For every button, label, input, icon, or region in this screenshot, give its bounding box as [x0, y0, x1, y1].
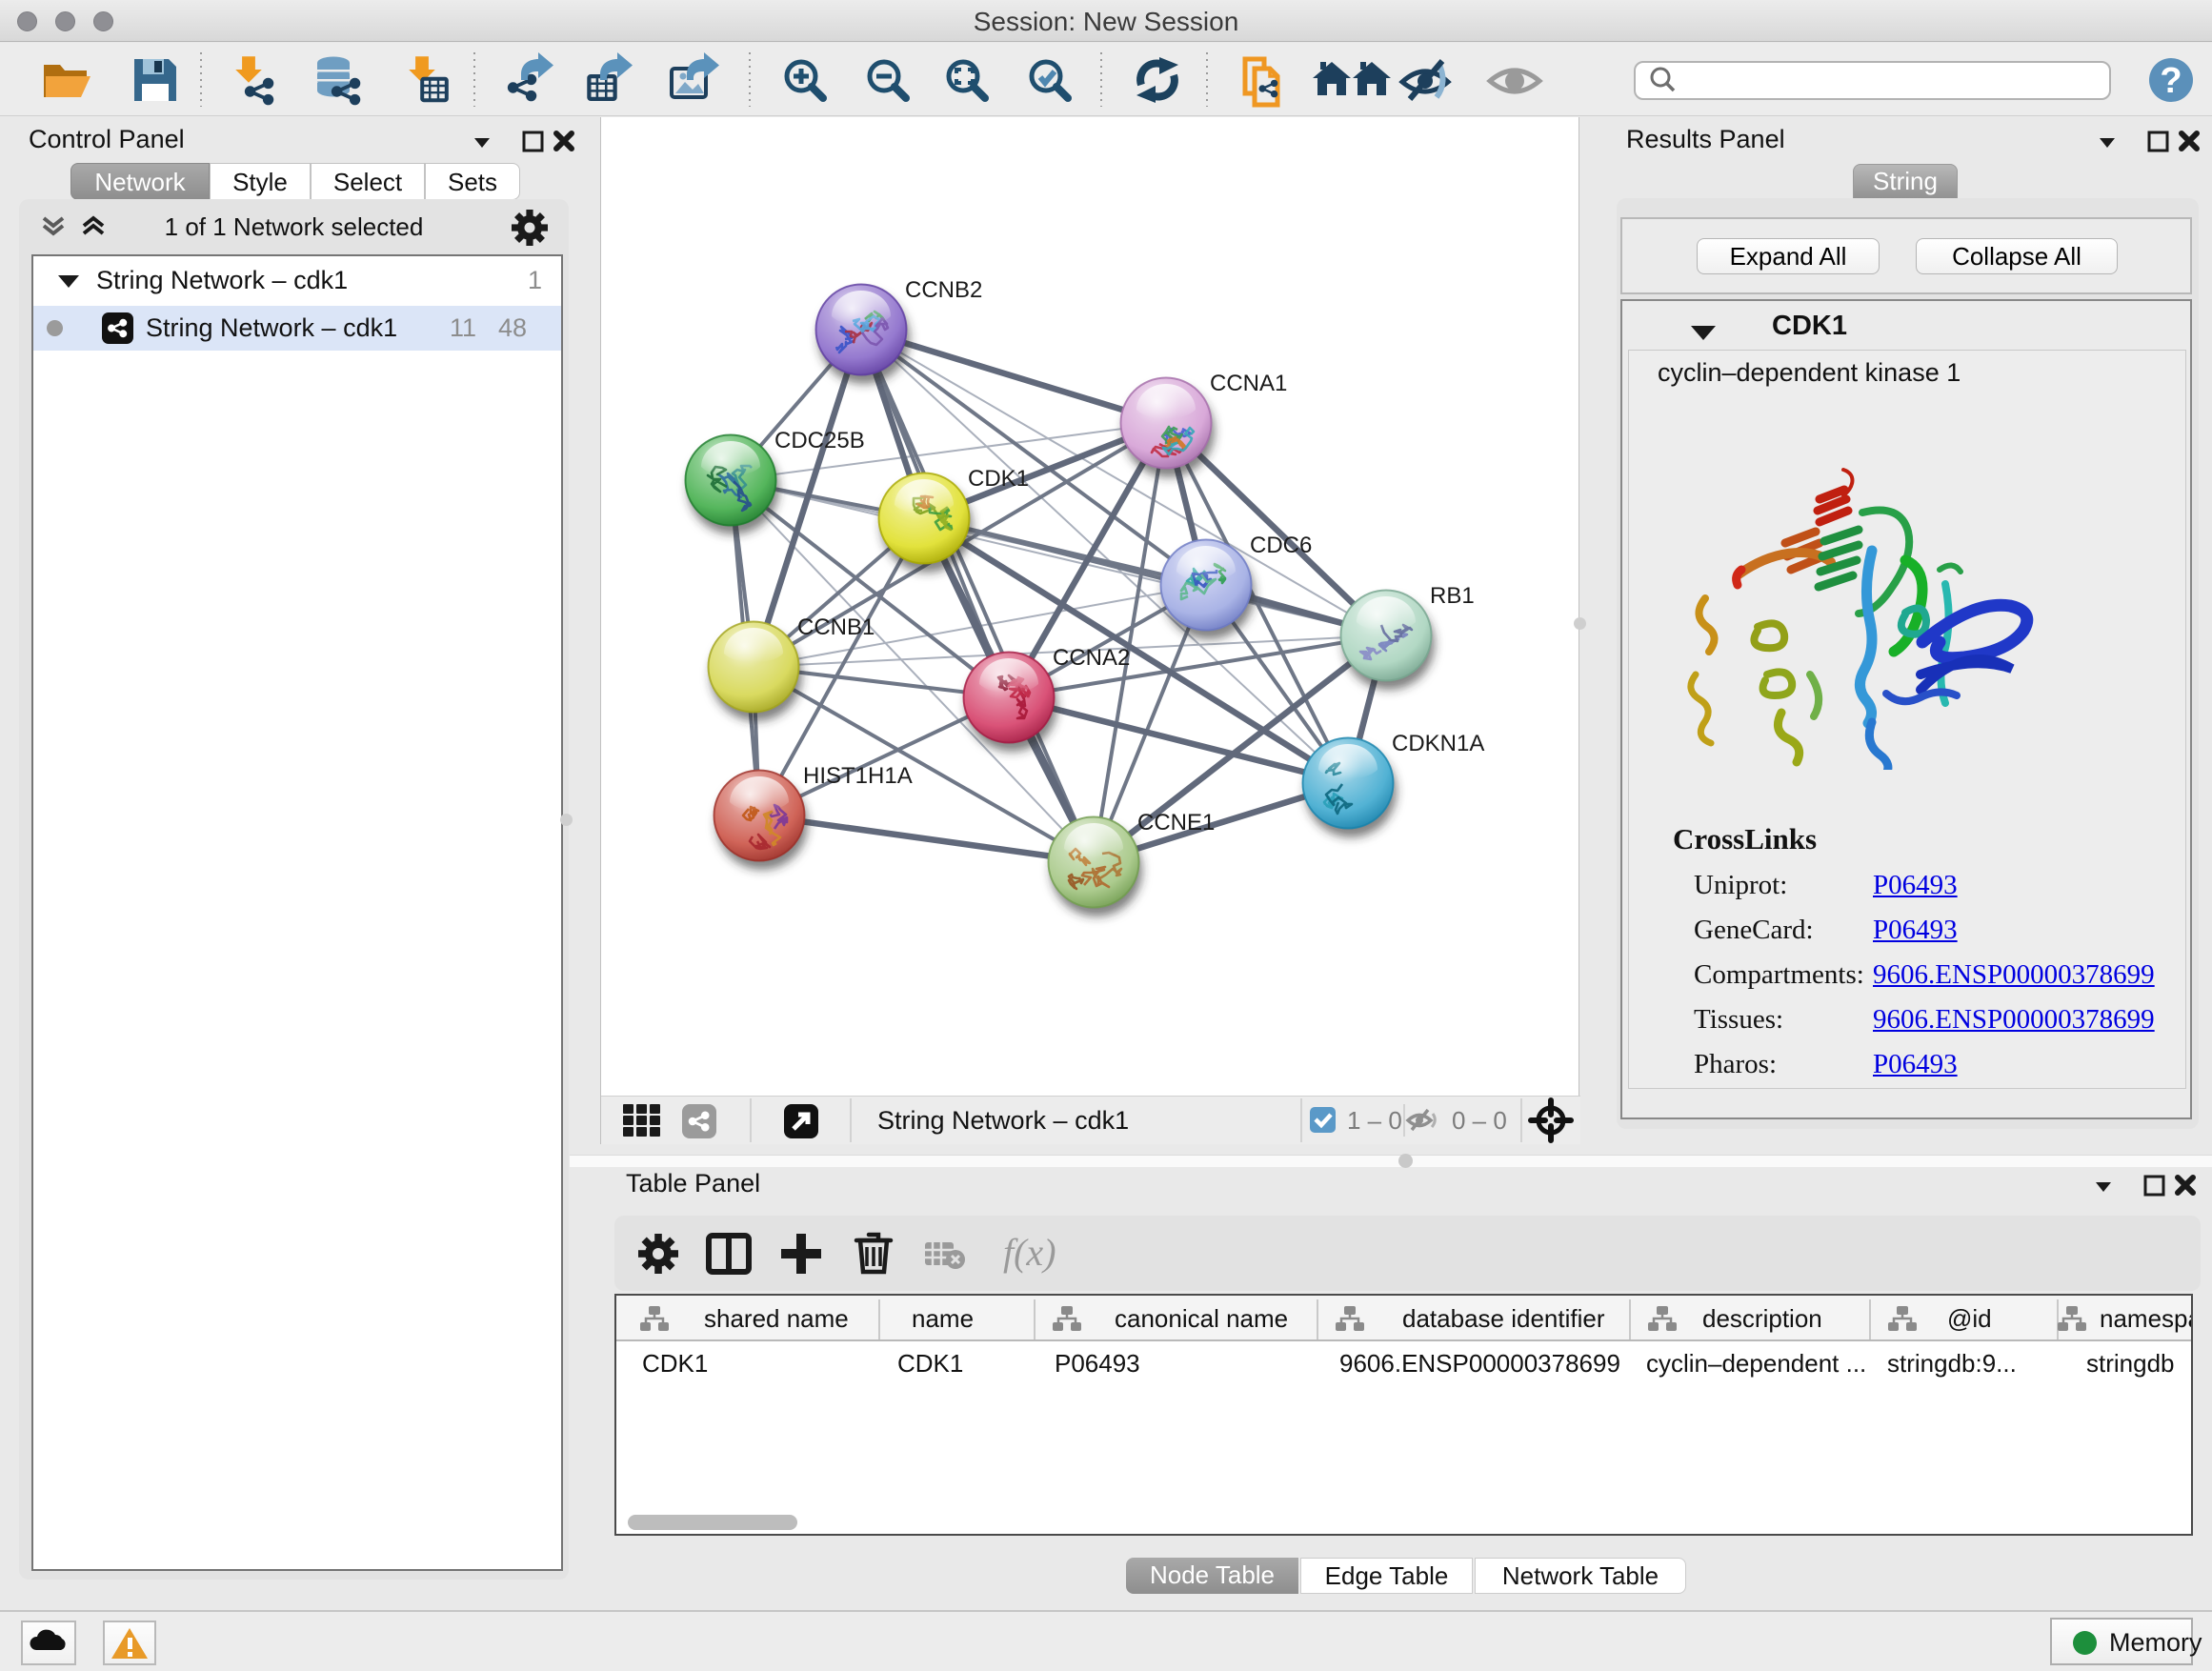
svg-text:description: description	[1702, 1304, 1822, 1333]
svg-text:?: ?	[2160, 61, 2182, 101]
svg-text:CCNB2: CCNB2	[905, 277, 982, 303]
svg-text:0 – 0: 0 – 0	[1452, 1106, 1507, 1135]
svg-text:CCNB1: CCNB1	[797, 614, 875, 640]
svg-text:CCNE1: CCNE1	[1137, 810, 1215, 836]
svg-text:CCNA1: CCNA1	[1210, 371, 1287, 396]
svg-text:shared name: shared name	[704, 1304, 849, 1333]
svg-text:database identifier: database identifier	[1402, 1304, 1605, 1333]
svg-text:namespac: namespac	[2100, 1304, 2191, 1333]
svg-text:1 – 0: 1 – 0	[1347, 1106, 1402, 1135]
svg-text:@id: @id	[1947, 1304, 1992, 1333]
svg-text:RB1: RB1	[1430, 583, 1475, 609]
svg-text:HIST1H1A: HIST1H1A	[803, 763, 913, 789]
svg-text:CCNA2: CCNA2	[1053, 645, 1130, 671]
svg-text:CDK1: CDK1	[968, 466, 1029, 492]
svg-text:CDC6: CDC6	[1250, 533, 1312, 558]
svg-text:name: name	[912, 1304, 974, 1333]
svg-text:String Network – cdk1: String Network – cdk1	[877, 1106, 1129, 1135]
svg-text:CDKN1A: CDKN1A	[1392, 731, 1484, 756]
svg-text:CDC25B: CDC25B	[774, 428, 865, 453]
svg-text:canonical name: canonical name	[1115, 1304, 1288, 1333]
svg-text:f(x): f(x)	[1003, 1231, 1056, 1274]
